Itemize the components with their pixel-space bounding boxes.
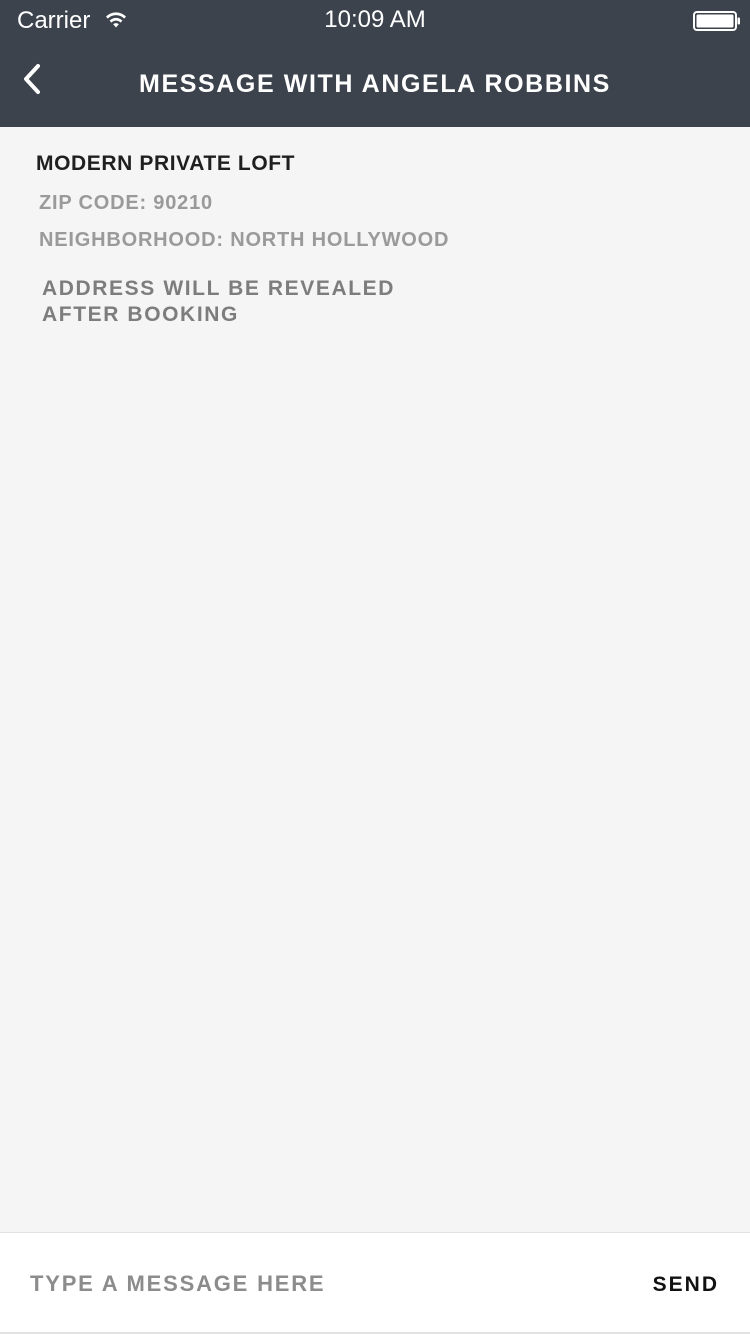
address-notice: ADDRESS WILL BE REVEALED AFTER BOOKING [42, 276, 395, 328]
address-notice-line-2: AFTER BOOKING [42, 303, 239, 326]
status-bar: Carrier 10:09 AM [0, 0, 750, 40]
listing-neighborhood: NEIGHBORHOOD: NORTH HOLLYWOOD [39, 229, 450, 251]
nav-bar: MESSAGE WITH ANGELA ROBBINS [0, 40, 750, 127]
battery-icon [693, 11, 740, 31]
listing-zip: ZIP CODE: 90210 [39, 192, 213, 214]
status-time: 10:09 AM [324, 6, 426, 33]
address-notice-line-1: ADDRESS WILL BE REVEALED [42, 277, 396, 300]
page-title: MESSAGE WITH ANGELA ROBBINS [139, 70, 611, 98]
send-button[interactable]: SEND [653, 1273, 719, 1297]
message-input[interactable] [30, 1263, 570, 1305]
listing-title: MODERN PRIVATE LOFT [36, 152, 296, 175]
message-composer: SEND [0, 1232, 750, 1334]
app-header: Carrier 10:09 AM MESSAGE WITH ANGELA ROB… [0, 0, 750, 127]
